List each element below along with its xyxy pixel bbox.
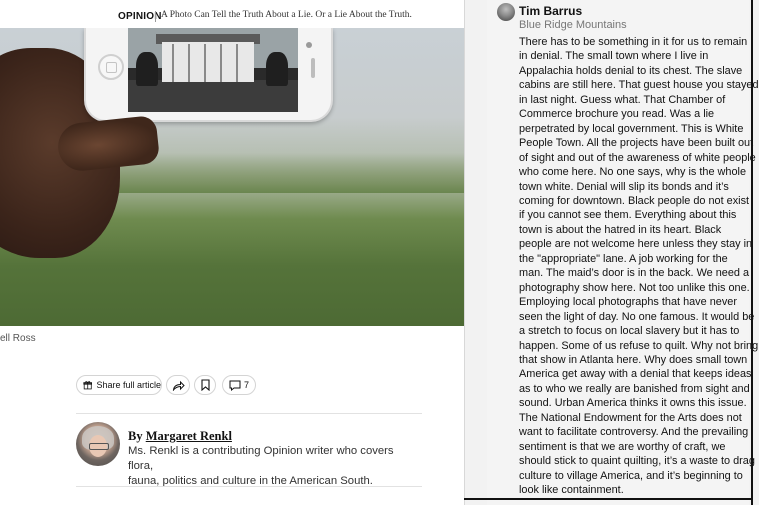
photo-credit: ell Ross — [0, 333, 36, 344]
comment-icon — [229, 380, 241, 391]
comment-line: photography show here. Not too unlike th… — [519, 281, 750, 294]
panel-bottom-edge — [464, 498, 753, 500]
comment-line: Appalachia holds denial to its chest. Th… — [519, 64, 743, 77]
photo-smartphone — [84, 28, 333, 122]
comment-line: Employing local photographs that have ne… — [519, 296, 737, 309]
comment-line: man. The maid’s door is in the back. We … — [519, 267, 750, 280]
share-full-article-label: Share full article — [96, 380, 161, 390]
comment-line: as to who we really are banished from si… — [519, 382, 750, 395]
author-bio: Ms. Renkl is a contributing Opinion writ… — [128, 444, 418, 489]
comment-line: the "appropriate" lane. A job working fo… — [519, 252, 728, 265]
comments-button[interactable]: 7 — [222, 375, 256, 395]
comment-line: seen the light of day. No one famous. It… — [519, 310, 755, 323]
comment-line: should stick to quaint quilting, it’s a … — [519, 455, 755, 468]
comment-line: people are not welcome here unless they … — [519, 238, 753, 251]
comment-line: in last night. Guess what. That Chamber … — [519, 93, 726, 106]
panel-edge — [751, 0, 753, 505]
comment-line: sound. Urban America thinks it owns this… — [519, 397, 747, 410]
commenter-name: Tim Barrus — [519, 4, 583, 18]
hero-photo — [0, 28, 465, 326]
comment-line: cabins are still here. That guest house … — [519, 79, 759, 92]
comment-line: look like containment. — [519, 484, 624, 497]
header-headline: A Photo Can Tell the Truth About a Lie. … — [161, 10, 412, 20]
comment-line: a stretch to focus on local slavery but … — [519, 325, 740, 338]
phone-home-button — [98, 54, 124, 80]
comment-line: sentiment is that we are worthy of craft… — [519, 440, 726, 453]
header-divider — [155, 11, 156, 22]
commenter-location: Blue Ridge Mountains — [519, 19, 627, 31]
comment-line: perpetrated by local government. This is… — [519, 122, 744, 135]
comment-line: town is about the hatred in its heart. B… — [519, 223, 722, 236]
comment-line: if you cannot see them. Everything about… — [519, 209, 737, 222]
author-name-link[interactable]: Margaret Renkl — [146, 429, 232, 443]
author-avatar[interactable] — [76, 422, 120, 466]
bookmark-icon — [200, 379, 210, 391]
share-button[interactable] — [166, 375, 190, 395]
comment-line: The National Endowment for the Arts does… — [519, 411, 742, 424]
comment-line: that show in Atlanta here. Why does smal… — [519, 353, 748, 366]
divider — [76, 413, 422, 414]
comment-line: want to facilitate controversy. And the … — [519, 426, 749, 439]
comment-line: America get away with a denial that keep… — [519, 368, 752, 381]
phone-screen-house-photo — [128, 28, 298, 112]
comment-line: who come here. No one says, why is the w… — [519, 166, 747, 179]
share-full-article-button[interactable]: Share full article — [76, 375, 162, 395]
commenter-avatar — [497, 3, 515, 21]
byline: By Margaret Renkl — [128, 429, 232, 444]
comment-body: There has to be something in it for us t… — [519, 35, 759, 498]
comment-line: happen. Some of us refuse to quilt. Why … — [519, 339, 759, 352]
comment-line: town white. Denial will slip its bonds a… — [519, 180, 729, 193]
divider — [76, 486, 422, 487]
author-bio-line: Ms. Renkl is a contributing Opinion writ… — [128, 445, 394, 472]
comments-count: 7 — [243, 380, 249, 390]
comment-line: People Town. All the projects have been … — [519, 137, 754, 150]
phone-speaker — [311, 58, 315, 78]
phone-camera — [306, 42, 312, 48]
article-header-bar: OPINION A Photo Can Tell the Truth About… — [0, 0, 466, 29]
share-icon — [172, 380, 185, 391]
comment-line: of sight and out of the awareness of whi… — [519, 151, 756, 164]
comment-line: in denial. The small town where I live i… — [519, 50, 709, 63]
gift-icon — [83, 381, 93, 390]
byline-prefix: By — [128, 429, 143, 443]
save-button[interactable] — [194, 375, 216, 395]
comment-line: There has to be something in it for us t… — [519, 36, 748, 48]
comment-line: coming for downtown. Black people do not… — [519, 194, 750, 207]
comment-line: culture to village America, and it’s beg… — [519, 469, 743, 482]
comment-line: Commerce brochure you read. Was a lie — [519, 108, 715, 121]
